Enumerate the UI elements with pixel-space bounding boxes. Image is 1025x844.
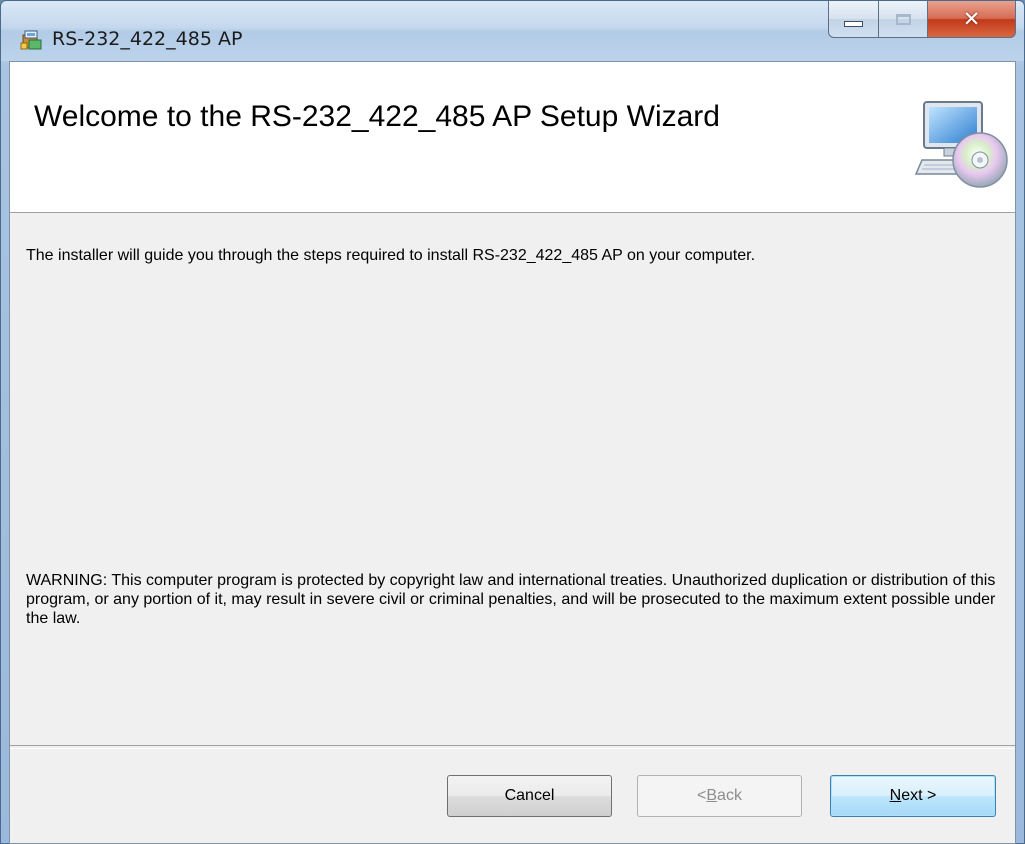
title-bar[interactable]: RS-232_422_485 AP ✕ [1,1,1024,61]
page-title: Welcome to the RS-232_422_485 AP Setup W… [34,100,720,133]
back-button[interactable]: < Back [637,775,802,817]
intro-text: The installer will guide you through the… [26,247,756,264]
window-title: RS-232_422_485 AP [52,28,243,50]
setup-wizard-window: RS-232_422_485 AP ✕ Welcome to the RS-23… [0,0,1025,844]
minimize-button[interactable] [828,1,879,38]
close-button[interactable]: ✕ [928,1,1016,38]
next-button-mnemonic: N [889,787,902,804]
computer-disc-icon [914,100,1010,192]
caption-buttons: ✕ [828,1,1016,38]
cancel-button[interactable]: Cancel [447,775,612,817]
wizard-client-area: Welcome to the RS-232_422_485 AP Setup W… [9,61,1016,844]
back-button-prefix: < [697,787,707,804]
maximize-button [879,1,928,38]
wizard-banner: Welcome to the RS-232_422_485 AP Setup W… [10,62,1015,213]
back-button-label: ack [717,787,742,804]
maximize-icon [895,13,911,25]
footer-divider [10,745,1015,749]
close-icon: ✕ [962,7,981,31]
next-button[interactable]: Next > [830,775,996,817]
minimize-icon [844,21,863,27]
copyright-warning-text: WARNING: This computer program is protec… [26,572,996,627]
next-button-label: ext > [901,787,937,804]
back-button-mnemonic: B [706,787,718,804]
installer-package-icon [20,29,42,51]
